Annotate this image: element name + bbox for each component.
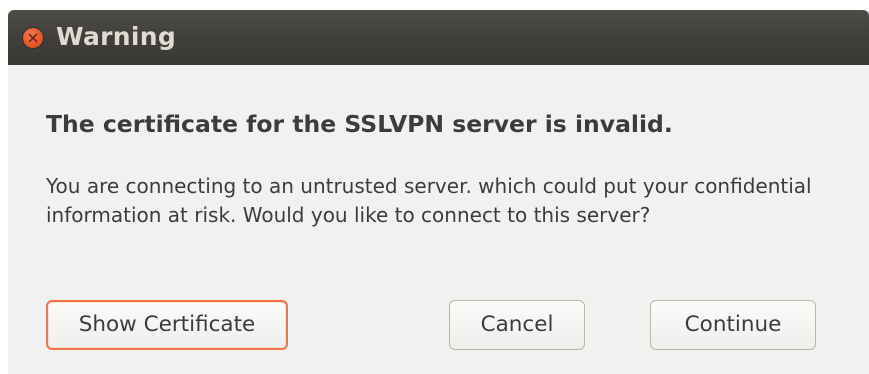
show-certificate-button[interactable]: Show Certificate — [46, 300, 288, 350]
dialog-heading: The certificate for the SSLVPN server is… — [46, 110, 673, 138]
continue-button[interactable]: Continue — [650, 300, 816, 350]
warning-dialog: Warning The certificate for the SSLVPN s… — [8, 10, 869, 374]
cancel-button[interactable]: Cancel — [449, 300, 585, 350]
dialog-message: You are connecting to an untrusted serve… — [46, 174, 812, 227]
title-bar[interactable]: Warning — [8, 10, 869, 65]
close-button[interactable] — [23, 28, 43, 48]
window-title: Warning — [56, 22, 177, 51]
close-icon — [28, 33, 38, 43]
